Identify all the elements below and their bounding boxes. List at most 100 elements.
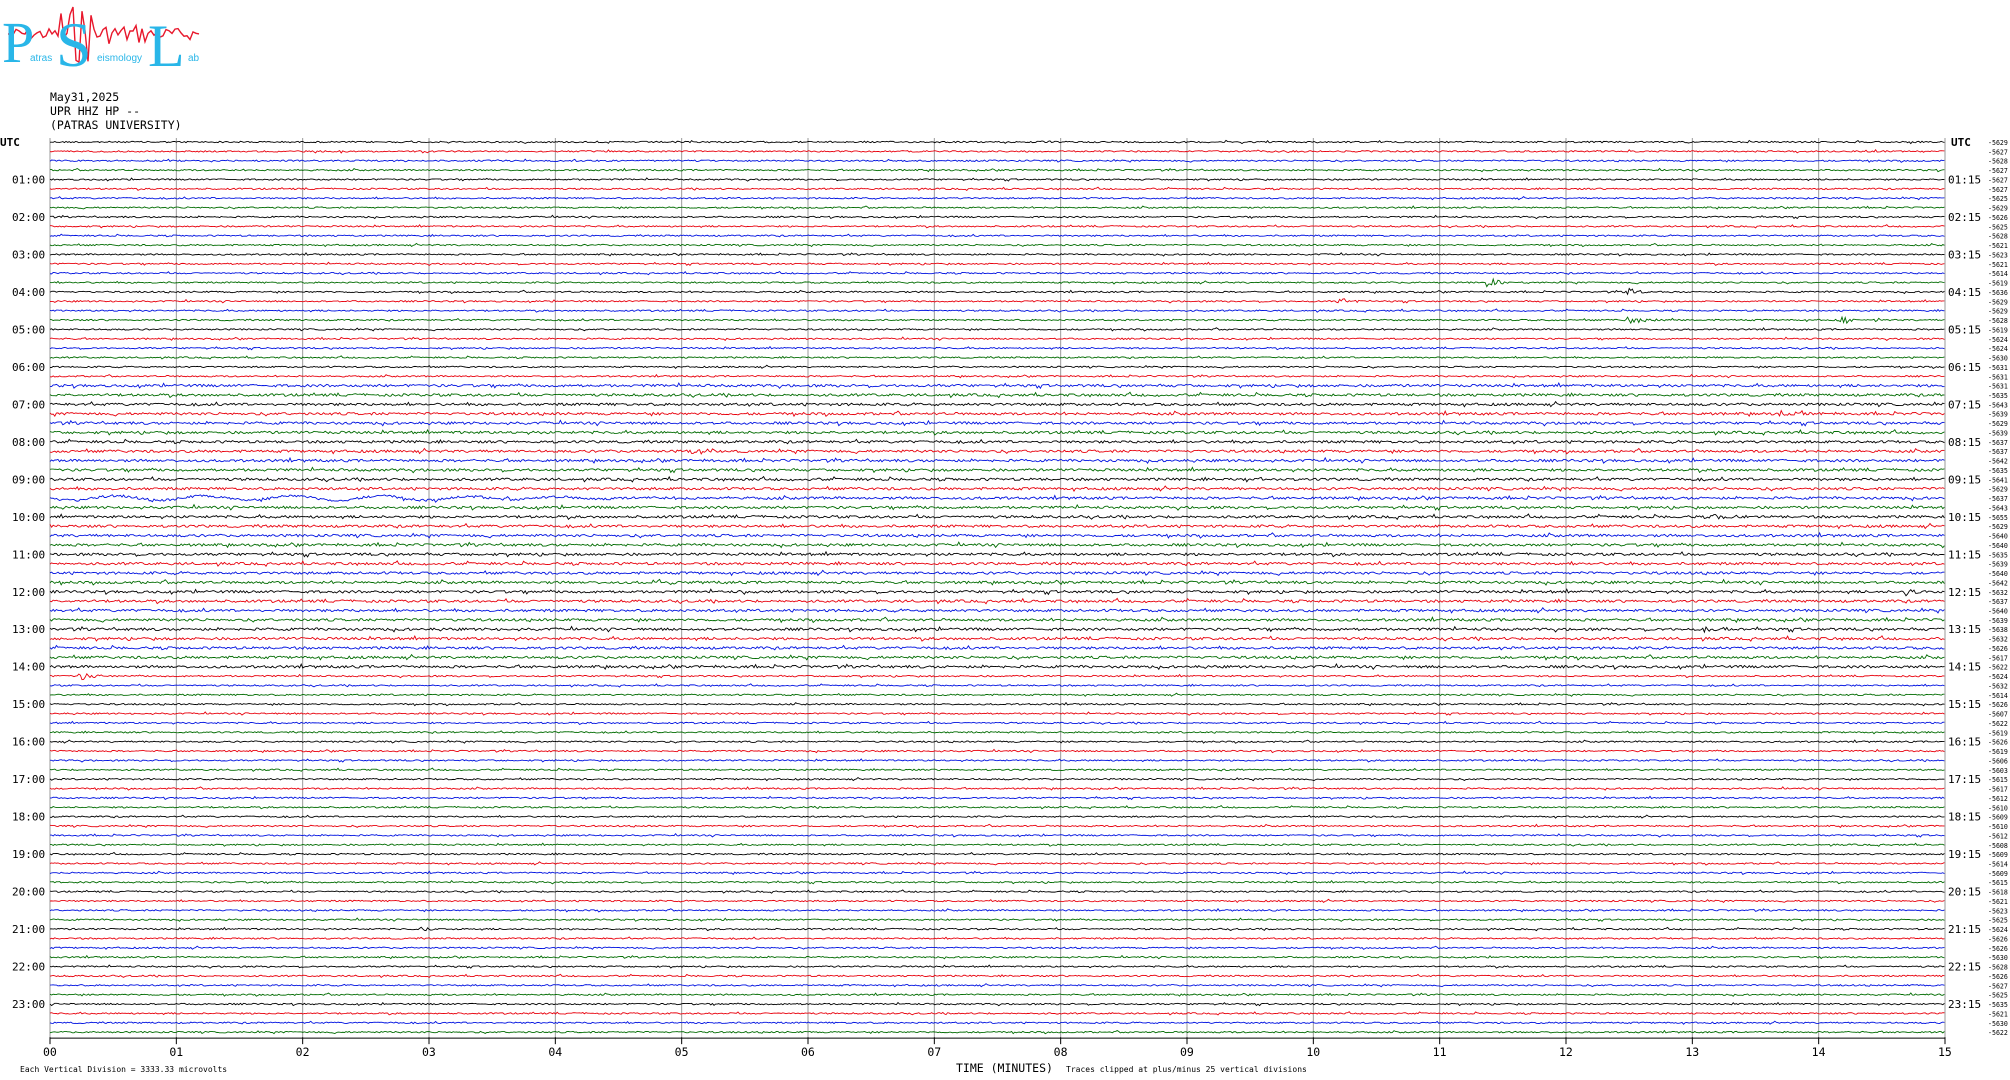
row-offset-label: -5643 [1988, 504, 2008, 512]
x-tick-label: 00 [43, 1045, 57, 1059]
seismic-trace-row-46 [49, 569, 1945, 577]
seismic-trace-row-86 [49, 945, 1945, 950]
seismic-trace-row-49 [49, 597, 1945, 605]
row-offset-label: -5631 [1988, 364, 2008, 372]
row-offset-label: -5612 [1988, 795, 2008, 803]
row-offset-label: -5626 [1988, 645, 2008, 653]
row-offset-label: -5630 [1988, 355, 2008, 363]
row-offset-label: -5607 [1988, 711, 2008, 719]
row-offset-label: -5640 [1988, 542, 2008, 550]
trace-layer [49, 139, 1945, 1035]
row-offset-label: -5624 [1988, 926, 2008, 934]
seismic-trace-row-0 [49, 139, 1945, 145]
hour-label-left: 05:00 [12, 323, 45, 336]
x-tick-label: 09 [1180, 1045, 1194, 1059]
row-offset-label: -5625 [1988, 195, 2008, 203]
row-offset-label: -5629 [1988, 523, 2008, 531]
row-offset-label: -5630 [1988, 1020, 2008, 1028]
row-offset-label: -5642 [1988, 458, 2008, 466]
row-offset-label: -5621 [1988, 242, 2008, 250]
hour-label-right: 05:15 [1948, 323, 1981, 336]
hour-label-left: 21:00 [12, 923, 45, 936]
row-offset-label: -5625 [1988, 917, 2008, 925]
row-offset-label: -5606 [1988, 757, 2008, 765]
row-offset-label: -5629 [1988, 139, 2008, 147]
hour-label-right: 17:15 [1948, 773, 1981, 786]
x-tick-label: 15 [1938, 1045, 1952, 1059]
seismic-trace-row-79 [49, 880, 1945, 885]
seismic-trace-row-92 [49, 1001, 1945, 1007]
row-offset-label: -5609 [1988, 851, 2008, 859]
seismic-trace-row-85 [49, 936, 1945, 941]
row-offset-label: -5619 [1988, 729, 2008, 737]
row-offset-label: -5640 [1988, 570, 2008, 578]
seismic-trace-row-40 [49, 513, 1945, 521]
row-offset-label: -5612 [1988, 832, 2008, 840]
x-tick-label: 03 [422, 1045, 436, 1059]
hour-label-left: 22:00 [12, 961, 45, 974]
x-tick-label: 04 [548, 1045, 562, 1059]
row-offset-label: -5638 [1988, 626, 2008, 634]
seismic-trace-row-76 [49, 851, 1945, 856]
seismic-trace-row-19 [49, 315, 1945, 325]
seismic-trace-row-63 [49, 730, 1945, 735]
hour-label-left: 07:00 [12, 398, 45, 411]
seismic-trace-row-6 [49, 196, 1945, 201]
seismic-trace-row-84 [49, 926, 1945, 932]
row-offset-label: -5625 [1988, 223, 2008, 231]
hour-label-right: 02:15 [1948, 211, 1981, 224]
hour-label-left: 13:00 [12, 623, 45, 636]
row-offset-label: -5627 [1988, 186, 2008, 194]
row-offset-label: -5626 [1988, 739, 2008, 747]
row-offset-label: -5628 [1988, 317, 2008, 325]
row-offset-label: -5623 [1988, 907, 2008, 915]
hour-label-right: 21:15 [1948, 923, 1981, 936]
seismic-trace-row-25 [49, 373, 1945, 379]
hour-label-left: 09:00 [12, 473, 45, 486]
seismic-trace-row-37 [49, 485, 1945, 492]
row-offset-label: -5636 [1988, 289, 2008, 297]
seismic-trace-row-74 [49, 833, 1945, 838]
seismic-trace-row-4 [49, 177, 1945, 182]
hour-label-right: 22:15 [1948, 961, 1981, 974]
helicorder-chart: UTC UTC TIME (MINUTES) Each Vertical Div… [0, 136, 2008, 1075]
seismic-trace-row-50 [49, 607, 1945, 614]
hour-label-right: 13:15 [1948, 623, 1981, 636]
row-offset-label: -5629 [1988, 420, 2008, 428]
seismic-trace-row-47 [49, 578, 1945, 586]
row-offset-label: -5632 [1988, 589, 2008, 597]
hour-label-left: 08:00 [12, 436, 45, 449]
x-tick-label: 01 [169, 1045, 183, 1059]
seismic-trace-row-1 [49, 149, 1945, 154]
seismic-trace-row-66 [49, 758, 1945, 763]
hour-label-left: 15:00 [12, 698, 45, 711]
seismic-trace-row-93 [49, 1011, 1945, 1016]
row-offset-label: -5627 [1988, 176, 2008, 184]
row-offset-label: -5629 [1988, 298, 2008, 306]
row-offset-label: -5627 [1988, 148, 2008, 156]
row-offset-label: -5614 [1988, 692, 2008, 700]
hour-label-left: 12:00 [12, 586, 45, 599]
seismic-trace-row-60 [49, 701, 1945, 707]
seismic-trace-row-64 [49, 739, 1945, 744]
hour-label-right: 18:15 [1948, 811, 1981, 824]
row-offset-label: -5635 [1988, 467, 2008, 475]
hour-label-right: 14:15 [1948, 661, 1981, 674]
row-offset-label: -5632 [1988, 682, 2008, 690]
row-offset-label: -5643 [1988, 401, 2008, 409]
hour-label-right: 08:15 [1948, 436, 1981, 449]
row-offset-label: -5639 [1988, 411, 2008, 419]
hour-label-left: 16:00 [12, 736, 45, 749]
hour-label-left: 11:00 [12, 548, 45, 561]
hour-label-left: 23:00 [12, 998, 45, 1011]
x-tick-label: 06 [801, 1045, 815, 1059]
row-offset-label: -5629 [1988, 486, 2008, 494]
seismic-trace-row-68 [49, 776, 1945, 782]
seismic-trace-row-8 [49, 214, 1945, 220]
seismic-trace-row-33 [49, 447, 1945, 455]
seismic-trace-row-88 [49, 964, 1945, 969]
seismic-trace-row-59 [49, 692, 1945, 697]
seismic-trace-row-42 [49, 531, 1945, 539]
hour-label-right: 23:15 [1948, 998, 1981, 1011]
hour-label-left: 17:00 [12, 773, 45, 786]
